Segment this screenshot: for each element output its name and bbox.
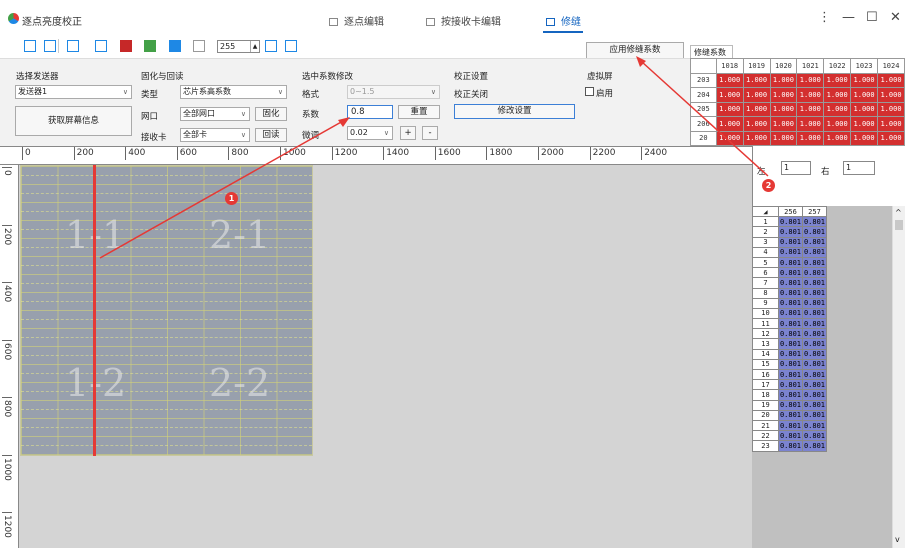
arrow-1-line <box>99 120 344 259</box>
annotation-arrows <box>99 56 769 259</box>
callout-marker-2: 2 <box>762 179 775 192</box>
arrow-2-head <box>636 56 646 67</box>
arrow-2-line <box>641 61 769 177</box>
callout-marker-1: 1 <box>225 192 238 205</box>
arrow-1-head <box>338 117 350 127</box>
